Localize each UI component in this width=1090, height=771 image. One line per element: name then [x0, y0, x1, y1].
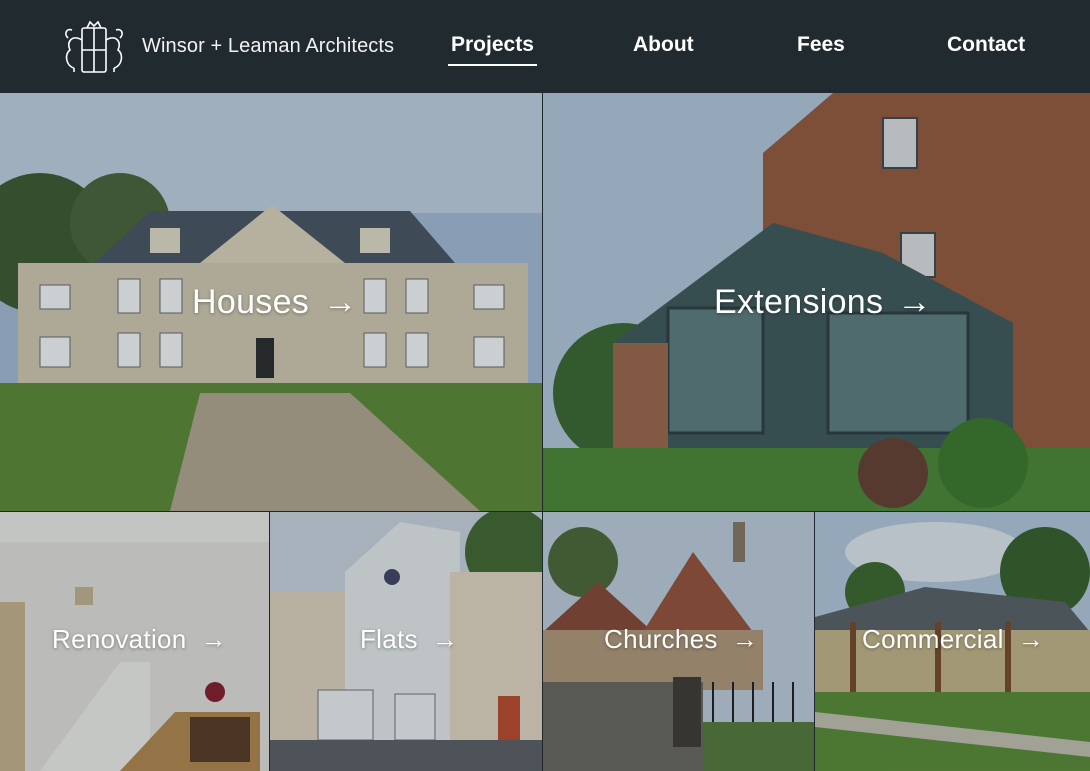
arrow-right-icon: →: [731, 624, 758, 654]
arrow-right-icon: →: [1017, 624, 1044, 654]
houses-tile[interactable]: Houses →: [0, 93, 542, 511]
nav-projects[interactable]: Projects: [448, 33, 537, 66]
arrow-right-icon: →: [323, 283, 358, 321]
arrow-right-icon: →: [897, 283, 932, 321]
renovation-tile[interactable]: Renovation →: [0, 512, 269, 771]
extensions-label[interactable]: Extensions →: [714, 283, 932, 322]
arrow-right-icon: →: [431, 624, 459, 654]
heraldic-crest-icon[interactable]: [60, 20, 128, 74]
nav-fees[interactable]: Fees: [797, 33, 845, 57]
renovation-label[interactable]: Renovation →: [52, 624, 227, 655]
nav-about[interactable]: About: [633, 33, 694, 57]
flats-tile[interactable]: Flats →: [270, 512, 542, 771]
houses-label[interactable]: Houses →: [192, 283, 357, 322]
arrow-right-icon: →: [200, 624, 227, 654]
extensions-tile[interactable]: Extensions →: [543, 93, 1090, 511]
nav-contact[interactable]: Contact: [947, 33, 1025, 57]
commercial-tile[interactable]: Commercial →: [815, 512, 1090, 771]
flats-label[interactable]: Flats →: [360, 624, 458, 655]
churches-label[interactable]: Churches →: [604, 624, 758, 655]
churches-tile[interactable]: Churches →: [543, 512, 814, 771]
site-header: Winsor + Leaman Architects Projects Abou…: [0, 0, 1090, 93]
commercial-label[interactable]: Commercial →: [862, 624, 1044, 655]
brand-name[interactable]: Winsor + Leaman Architects: [142, 35, 394, 58]
